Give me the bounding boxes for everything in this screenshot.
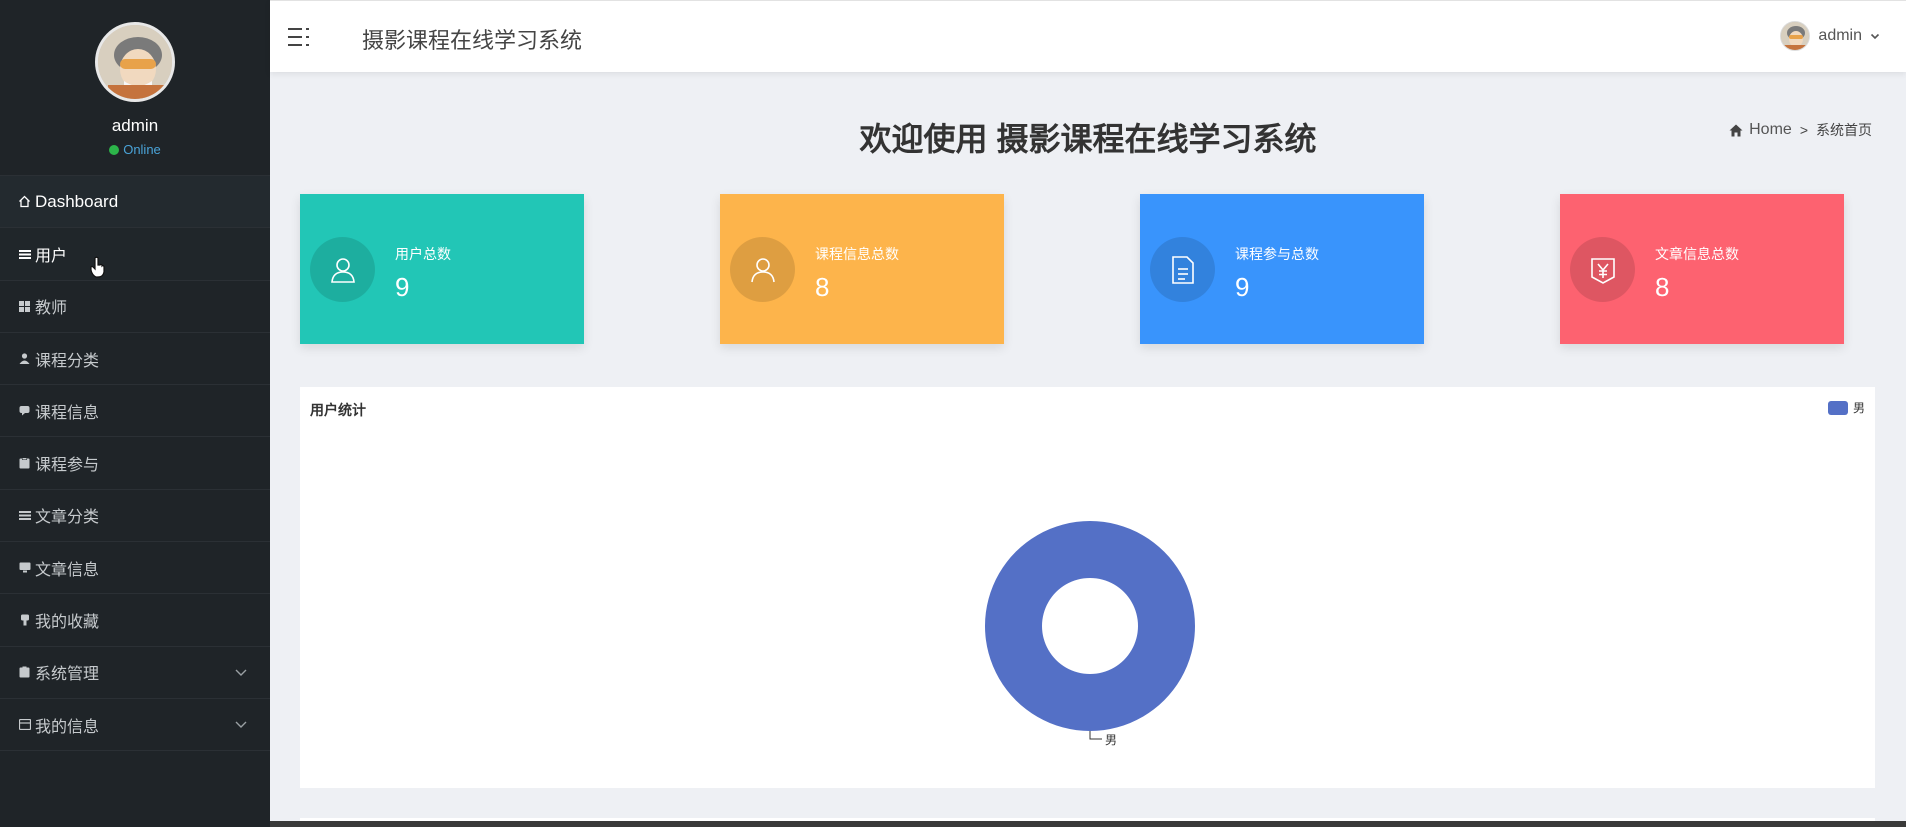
user-menu-name: admin [1818, 27, 1862, 44]
hand-cursor-icon [90, 256, 105, 278]
sidebar-item-favorites[interactable]: 我的收藏 [0, 594, 270, 647]
stat-card-value: 9 [1235, 272, 1250, 302]
sidebar-item-my-info[interactable]: 我的信息 [0, 699, 270, 752]
clipboard-icon [18, 457, 31, 470]
user-menu[interactable]: admin [1780, 21, 1880, 51]
breadcrumb-separator: > [1799, 122, 1808, 138]
sidebar-item-label: 我的信息 [35, 718, 100, 736]
sidebar-menu: Dashboard 用户 教师 课程分类 课程信息 课程参与 文章分类 文章信息… [0, 176, 270, 752]
stat-card-label: 课程参与总数 [1235, 246, 1319, 262]
online-status-label: Online [123, 142, 161, 157]
user-stats-panel: 用户统计 男 男 [300, 387, 1875, 788]
comment-icon [18, 404, 31, 417]
stat-card-article-info: 文章信息总数 8 [1560, 194, 1844, 344]
stat-card-course-info: 课程信息总数 8 [720, 194, 1004, 344]
clipboard-icon [18, 666, 31, 679]
person-icon [18, 352, 31, 365]
sidebar-item-dashboard[interactable]: Dashboard [0, 176, 270, 229]
sidebar-item-users[interactable]: 用户 [0, 228, 270, 281]
sidebar-item-label: Dashboard [35, 191, 119, 211]
stat-card-label: 课程信息总数 [815, 246, 899, 262]
sidebar-item-label: 我的收藏 [35, 614, 100, 632]
pie-slice[interactable] [984, 521, 1195, 731]
breadcrumb: Home > 系统首页 [1729, 120, 1872, 140]
topbar: 摄影课程在线学习系统 admin [270, 0, 1906, 72]
sidebar-item-article-category[interactable]: 文章分类 [0, 490, 270, 543]
stat-card-course-participation: 课程参与总数 9 [1140, 194, 1424, 344]
stat-card-value: 8 [1655, 272, 1670, 302]
user-icon [310, 237, 375, 302]
sidebar-profile: admin Online [0, 0, 270, 176]
sidebar-item-label: 课程分类 [35, 352, 100, 370]
online-dot-icon [109, 144, 120, 155]
sidebar-item-label: 文章分类 [35, 509, 100, 527]
sidebar-item-label: 课程参与 [35, 457, 100, 475]
menu-toggle-icon[interactable] [288, 27, 312, 47]
sidebar-item-label: 教师 [35, 300, 68, 318]
sidebar-item-label: 用户 [35, 247, 68, 265]
online-status: Online [109, 142, 161, 157]
stat-card-value: 9 [395, 272, 410, 302]
home-icon [18, 195, 31, 208]
home-icon [1729, 124, 1743, 136]
breadcrumb-home[interactable]: Home [1729, 121, 1792, 139]
sidebar-item-course-category[interactable]: 课程分类 [0, 333, 270, 386]
sidebar-item-course-participation[interactable]: 课程参与 [0, 437, 270, 490]
system-title: 摄影课程在线学习系统 [362, 28, 583, 53]
stat-card-label: 用户总数 [395, 246, 451, 262]
yen-icon [1570, 237, 1635, 302]
horizontal-scrollbar[interactable] [270, 821, 1906, 827]
list-icon [18, 509, 31, 522]
sidebar-item-article-info[interactable]: 文章信息 [0, 542, 270, 595]
chevron-down-icon [1870, 33, 1880, 40]
sidebar-item-label: 文章信息 [35, 561, 100, 579]
sidebar-item-label: 课程信息 [35, 404, 100, 422]
sidebar-item-course-info[interactable]: 课程信息 [0, 385, 270, 438]
main-content: 欢迎使用 摄影课程在线学习系统 Home > 系统首页 用户总数 9 课程信息总… [270, 72, 1906, 827]
sidebar-item-label: 系统管理 [35, 666, 100, 684]
stat-card-value: 8 [815, 272, 830, 302]
stat-card-label: 文章信息总数 [1655, 246, 1739, 262]
list-icon [18, 247, 31, 260]
avatar [95, 22, 175, 102]
breadcrumb-current: 系统首页 [1816, 122, 1872, 138]
grid-icon [18, 300, 31, 313]
page-title: 欢迎使用 摄影课程在线学习系统 [859, 121, 1317, 157]
stat-card-users: 用户总数 9 [300, 194, 584, 344]
document-icon [1150, 237, 1215, 302]
sidebar-item-system-management[interactable]: 系统管理 [0, 647, 270, 699]
card-icon [18, 718, 31, 731]
sidebar-username: admin [111, 116, 159, 135]
avatar [1780, 21, 1811, 51]
breadcrumb-home-label: Home [1749, 121, 1792, 138]
monitor-icon [18, 561, 31, 574]
slice-label-line [1089, 731, 1102, 740]
slice-label: 男 [1105, 733, 1117, 747]
donut-chart: 男 [984, 521, 1195, 747]
sidebar-item-teachers[interactable]: 教师 [0, 281, 270, 333]
chevron-down-icon[interactable] [234, 665, 248, 679]
bookmark-icon [18, 614, 31, 627]
sidebar: admin Online Dashboard 用户 教师 课程分类 课程信息 课… [0, 0, 270, 827]
chevron-down-icon[interactable] [234, 717, 248, 731]
user-icon [730, 237, 795, 302]
